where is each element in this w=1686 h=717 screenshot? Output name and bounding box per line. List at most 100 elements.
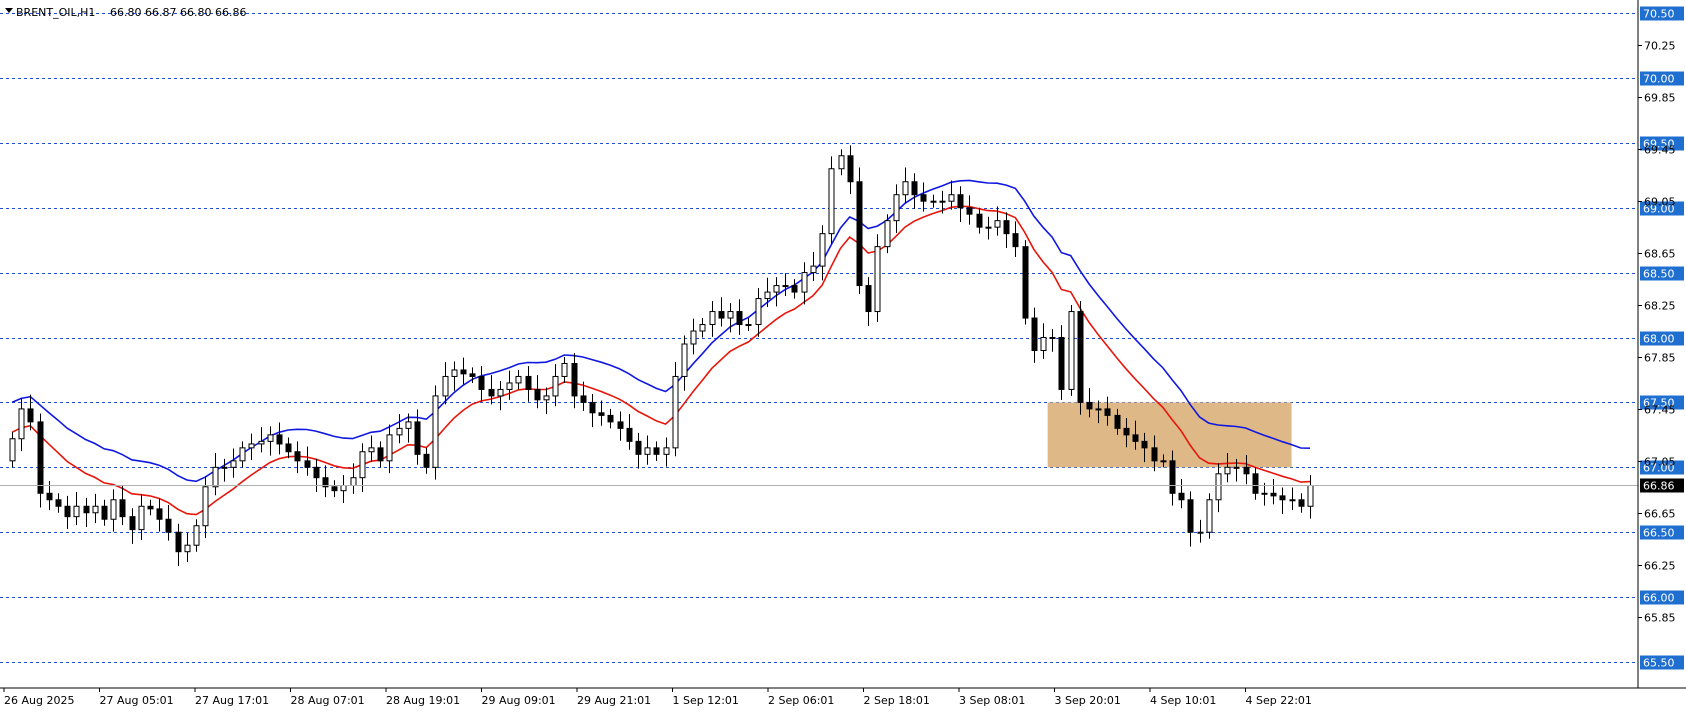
bull-candle-body — [727, 311, 734, 319]
bull-candle-body — [543, 395, 550, 401]
candle[interactable] — [1022, 240, 1029, 325]
bear-candle-body — [1123, 427, 1130, 436]
candle[interactable] — [1077, 301, 1084, 415]
bull-candle-body — [755, 298, 762, 326]
level-badge-label: 70.50 — [1643, 8, 1675, 21]
time-axis: 26 Aug 2025 27 Aug 05:01 27 Aug 17:01 28 Au… — [3, 688, 1312, 707]
supply-zone — [1047, 402, 1292, 468]
x-tick-label: 27 Aug 05:01 — [100, 694, 174, 707]
bear-candle-body — [55, 499, 62, 507]
bear-candle-body — [598, 412, 605, 416]
bull-candle-body — [267, 434, 274, 442]
y-tick-label: 70.25 — [1644, 40, 1676, 53]
bull-candle-body — [193, 525, 200, 546]
bull-candle-body — [663, 447, 670, 455]
candle[interactable] — [828, 156, 835, 245]
bear-candle-body — [1187, 499, 1194, 533]
bull-candle-body — [350, 477, 357, 486]
bull-candle-body — [552, 375, 559, 397]
bull-candle-body — [18, 408, 25, 440]
bear-candle-body — [1012, 233, 1019, 248]
bear-candle-body — [589, 401, 596, 414]
candle[interactable] — [37, 413, 44, 508]
bull-candle-body — [230, 460, 237, 468]
x-tick-label: 2 Sep 06:01 — [768, 694, 834, 707]
level-badge-label: 66.50 — [1643, 527, 1675, 540]
level-badge-label: 66.00 — [1643, 592, 1675, 605]
bull-candle-body — [1261, 492, 1268, 495]
bull-candle-body — [359, 451, 366, 479]
bull-candle-body — [1160, 460, 1167, 463]
bull-candle-body — [73, 505, 80, 518]
bull-candle-body — [451, 369, 458, 377]
bull-candle-body — [819, 233, 826, 267]
bear-candle-body — [377, 447, 384, 462]
plot-background — [0, 0, 1638, 688]
candle[interactable] — [1068, 305, 1075, 396]
bear-candle-body — [414, 421, 421, 455]
price-chart[interactable]: 70.5070.0069.5069.0068.5068.0067.5067.00… — [0, 0, 1686, 713]
bear-candle-body — [865, 285, 872, 313]
bear-candle-body — [175, 531, 182, 553]
y-tick-label: 66.25 — [1644, 560, 1676, 573]
bull-candle-body — [515, 375, 522, 384]
bull-candle-body — [506, 382, 513, 390]
bull-candle-body — [258, 440, 265, 445]
chart-area[interactable]: 70.50 70.00 69.50 69.00 68.50 68.00 67.50 67.00… — [0, 0, 1686, 713]
bull-candle-body — [497, 388, 504, 397]
bull-candle-body — [1233, 466, 1240, 469]
bull-candle-body — [948, 194, 955, 202]
y-tick-label: 65.85 — [1644, 612, 1676, 625]
bull-candle-body — [340, 484, 347, 492]
bull-candle-body — [644, 447, 651, 455]
bull-candle-body — [396, 427, 403, 436]
bear-candle-body — [957, 194, 964, 209]
candle[interactable] — [672, 362, 679, 457]
current-price-label: 66.86 — [1643, 480, 1675, 493]
bear-candle-body — [129, 516, 136, 531]
bear-candle-body — [966, 207, 973, 215]
bear-candle-body — [1252, 473, 1259, 494]
bear-candle-body — [653, 447, 660, 455]
bull-candle-body — [1307, 484, 1314, 507]
bear-candle-body — [1058, 337, 1065, 390]
bull-candle-body — [828, 168, 835, 235]
bull-candle-body — [782, 285, 789, 288]
bull-candle-body — [994, 220, 1001, 228]
bear-candle-body — [534, 388, 541, 401]
bear-candle-body — [276, 434, 283, 445]
bull-candle-body — [239, 447, 246, 462]
bull-candle-body — [386, 434, 393, 462]
bull-candle-body — [764, 291, 771, 300]
bull-candle-body — [9, 438, 16, 462]
bear-candle-body — [423, 453, 430, 468]
bull-candle-body — [138, 505, 145, 531]
y-tick-label: 69.05 — [1644, 196, 1676, 209]
bear-candle-body — [1270, 492, 1277, 497]
x-tick-label: 4 Sep 22:01 — [1246, 694, 1312, 707]
bear-candle-body — [1022, 246, 1029, 319]
candle[interactable] — [874, 234, 881, 322]
bull-candle-body — [773, 285, 780, 293]
ohlc-label: 66.80 66.87 66.80 66.86 — [110, 6, 246, 19]
bull-candle-body — [1040, 337, 1047, 351]
candle[interactable] — [1206, 493, 1213, 539]
bear-candle-body — [791, 285, 798, 293]
x-tick-label: 29 Aug 09:01 — [482, 694, 556, 707]
bull-candle-body — [1206, 499, 1213, 533]
bear-candle-body — [856, 181, 863, 287]
bear-candle-body — [46, 492, 53, 501]
bear-candle-body — [617, 421, 624, 429]
bull-candle-body — [248, 443, 255, 449]
bear-candle-body — [525, 375, 532, 390]
bear-candle-body — [304, 460, 311, 468]
candle[interactable] — [856, 167, 863, 295]
bear-candle-body — [331, 486, 338, 492]
x-tick-label: 1 Sep 12:01 — [673, 694, 739, 707]
candle[interactable] — [432, 385, 439, 480]
bull-candle-body — [110, 499, 117, 520]
bear-candle-body — [1031, 317, 1038, 351]
bull-candle-body — [681, 343, 688, 377]
bull-candle-body — [202, 486, 209, 527]
bull-candle-body — [939, 200, 946, 203]
